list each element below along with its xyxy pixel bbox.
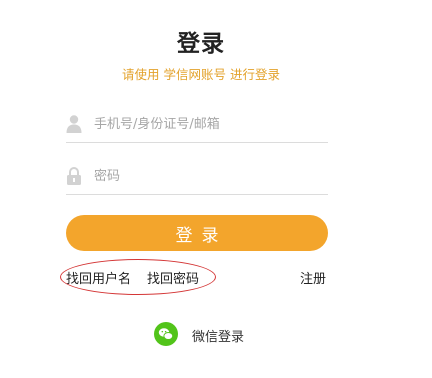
username-field [66,108,328,143]
password-field [66,160,328,195]
lock-icon [66,166,82,186]
username-input[interactable] [94,112,324,136]
password-input[interactable] [94,164,324,188]
wechat-icon [154,322,178,346]
register-link[interactable]: 注册 [300,268,326,287]
login-subtitle: 请使用 学信网账号 进行登录 [122,67,280,82]
page-title: 登录 [177,31,225,57]
user-icon [66,114,82,134]
login-button[interactable]: 登录 [66,215,328,251]
wechat-login-label: 微信登录 [192,330,245,345]
highlight-circle [60,259,216,295]
